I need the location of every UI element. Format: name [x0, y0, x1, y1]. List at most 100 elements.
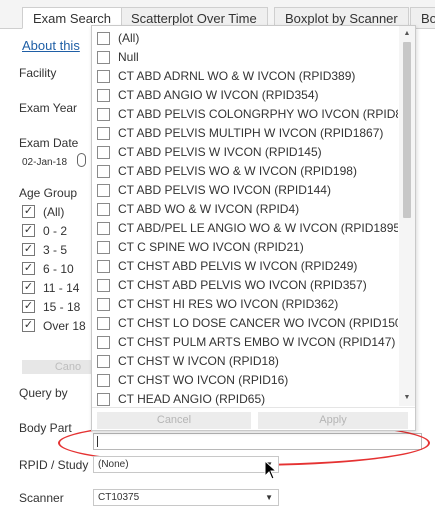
- checkbox[interactable]: ✓: [22, 262, 35, 275]
- age-group-option-label: Over 18: [43, 319, 86, 333]
- checkbox[interactable]: ✓: [22, 205, 35, 218]
- dropdown-item[interactable]: CT CHST WO IVCON (RPID16): [97, 371, 397, 390]
- scroll-down-arrow-icon[interactable]: ▼: [399, 392, 415, 404]
- dropdown-item[interactable]: CT ABD PELVIS W IVCON (RPID145): [97, 143, 397, 162]
- dropdown-item-label: CT ABD PELVIS WO IVCON (RPID144): [118, 183, 331, 197]
- checkbox[interactable]: [97, 127, 110, 140]
- dropdown-item[interactable]: CT ABD PELVIS COLONGRPHY WO IVCON (RPID8…: [97, 105, 398, 124]
- dropdown-item[interactable]: CT ABD/PEL LE ANGIO WO & W IVCON (RPID18…: [97, 219, 398, 238]
- facility-label: Facility: [19, 66, 57, 80]
- dropdown-item[interactable]: CT ABD PELVIS WO IVCON (RPID144): [97, 181, 397, 200]
- dropdown-item[interactable]: CT CHST ABD PELVIS W IVCON (RPID249): [97, 257, 397, 276]
- dropdown-scrollbar[interactable]: ▲ ▼: [399, 26, 415, 406]
- checkbox[interactable]: [97, 222, 110, 235]
- scrollbar-thumb[interactable]: [403, 42, 411, 218]
- checkbox[interactable]: [97, 355, 110, 368]
- dropdown-item-label: CT C SPINE WO IVCON (RPID21): [118, 240, 304, 254]
- dropdown-item-label: CT CHST WO IVCON (RPID16): [118, 373, 289, 387]
- dropdown-item-label: CT ABD/PEL LE ANGIO WO & W IVCON (RPID18…: [118, 221, 398, 235]
- checkbox[interactable]: [97, 260, 110, 273]
- checkbox[interactable]: [97, 279, 110, 292]
- dropdown-item-label: CT ABD PELVIS MULTIPH W IVCON (RPID1867): [118, 126, 384, 140]
- checkbox[interactable]: [97, 203, 110, 216]
- age-group-option-label: 3 - 5: [43, 243, 68, 257]
- dropdown-item[interactable]: CT ABD ADRNL WO & W IVCON (RPID389): [97, 67, 397, 86]
- checkbox[interactable]: ✓: [22, 300, 35, 313]
- rpid-study-label: RPID / Study: [19, 458, 89, 472]
- checkbox[interactable]: [97, 51, 110, 64]
- dropdown-item[interactable]: (All): [97, 29, 397, 48]
- about-link[interactable]: About this: [22, 38, 80, 53]
- age-group-option-label: 11 - 14: [43, 281, 80, 295]
- age-group-option-label: 15 - 18: [43, 300, 81, 314]
- age-group-option-label: 6 - 10: [43, 262, 74, 276]
- checkbox[interactable]: [97, 89, 110, 102]
- dropdown-item[interactable]: CT C SPINE WO IVCON (RPID21): [97, 238, 397, 257]
- scanner-label: Scanner: [19, 491, 64, 505]
- body-part-label: Body Part: [19, 421, 72, 435]
- dropdown-item[interactable]: CT ABD ANGIO W IVCON (RPID354): [97, 86, 397, 105]
- checkbox[interactable]: [97, 70, 110, 83]
- dropdown-item-label: CT CHST HI RES WO IVCON (RPID362): [118, 297, 339, 311]
- dropdown-item-label: CT ABD ADRNL WO & W IVCON (RPID389): [118, 69, 356, 83]
- age-group-option-label: 0 - 2: [43, 224, 68, 238]
- checkbox[interactable]: [97, 108, 110, 121]
- checkbox[interactable]: [97, 146, 110, 159]
- rpid-study-select[interactable]: (None) ▼: [93, 456, 279, 473]
- checkbox[interactable]: ✓: [22, 319, 35, 332]
- dropdown-item[interactable]: CT CHST LO DOSE CANCER WO IVCON (RPID150…: [97, 314, 398, 333]
- age-group-option-label: (All): [43, 205, 65, 219]
- date-slider-handle[interactable]: [77, 153, 86, 167]
- dropdown-item[interactable]: CT CHST W IVCON (RPID18): [97, 352, 397, 371]
- checkbox[interactable]: [97, 32, 110, 45]
- dropdown-item[interactable]: CT ABD PELVIS MULTIPH W IVCON (RPID1867): [97, 124, 397, 143]
- dropdown-item-label: CT ABD PELVIS W IVCON (RPID145): [118, 145, 322, 159]
- dropdown-item-label: CT CHST ABD PELVIS W IVCON (RPID249): [118, 259, 358, 273]
- query-by-label: Query by: [19, 386, 68, 400]
- checkbox[interactable]: [97, 317, 110, 330]
- dropdown-item-label: Null: [118, 50, 139, 64]
- dropdown-item-label: CT CHST PULM ARTS EMBO W IVCON (RPID147): [118, 335, 396, 349]
- chevron-down-icon: ▼: [265, 493, 273, 502]
- dropdown-cancel-button[interactable]: Cancel: [97, 412, 251, 429]
- scroll-up-arrow-icon[interactable]: ▲: [399, 28, 415, 40]
- dropdown-item-label: CT CHST LO DOSE CANCER WO IVCON (RPID150…: [118, 316, 398, 330]
- checkbox[interactable]: ✓: [22, 224, 35, 237]
- dropdown-divider: [92, 407, 415, 408]
- rpid-study-value: (None): [98, 459, 129, 470]
- dropdown-item[interactable]: CT CHST PULM ARTS EMBO W IVCON (RPID147): [97, 333, 397, 352]
- checkbox[interactable]: [97, 393, 110, 406]
- dropdown-item-label: CT ABD PELVIS COLONGRPHY WO IVCON (RPID8…: [118, 107, 398, 121]
- dropdown-item-label: CT ABD WO & W IVCON (RPID4): [118, 202, 300, 216]
- checkbox[interactable]: [97, 336, 110, 349]
- dropdown-item-label: CT CHST W IVCON (RPID18): [118, 354, 279, 368]
- dropdown-item-label: CT CHST ABD PELVIS WO IVCON (RPID357): [118, 278, 367, 292]
- dropdown-item[interactable]: CT HEAD ANGIO (RPID65): [97, 390, 397, 406]
- dropdown-item-list: (All) Null CT ABD ADRNL WO & W IVCON (RPID…: [92, 26, 398, 406]
- dropdown-item[interactable]: CT ABD PELVIS WO & W IVCON (RPID198): [97, 162, 397, 181]
- exam-date-label: Exam Date: [19, 136, 79, 150]
- checkbox[interactable]: [97, 241, 110, 254]
- dropdown-item-label: CT HEAD ANGIO (RPID65): [118, 392, 266, 406]
- mouse-pointer-icon: [264, 460, 278, 480]
- dropdown-item[interactable]: CT CHST ABD PELVIS WO IVCON (RPID357): [97, 276, 397, 295]
- dropdown-item[interactable]: CT CHST HI RES WO IVCON (RPID362): [97, 295, 397, 314]
- checkbox[interactable]: [97, 184, 110, 197]
- dropdown-apply-button[interactable]: Apply: [258, 412, 408, 429]
- scanner-select[interactable]: CT10375 ▼: [93, 489, 279, 506]
- body-part-dropdown: (All) Null CT ABD ADRNL WO & W IVCON (RPID…: [91, 25, 416, 431]
- age-group-label: Age Group: [19, 186, 78, 200]
- scanner-value: CT10375: [98, 492, 140, 503]
- exam-date-value: 02-Jan-18: [22, 157, 68, 168]
- checkbox[interactable]: [97, 165, 110, 178]
- dropdown-item-label: CT ABD ANGIO W IVCON (RPID354): [118, 88, 319, 102]
- checkbox[interactable]: ✓: [22, 243, 35, 256]
- exam-year-label: Exam Year: [19, 101, 78, 115]
- checkbox[interactable]: [97, 374, 110, 387]
- dropdown-item[interactable]: CT ABD WO & W IVCON (RPID4): [97, 200, 397, 219]
- dropdown-item[interactable]: Null: [97, 48, 397, 67]
- dropdown-item-label: CT ABD PELVIS WO & W IVCON (RPID198): [118, 164, 357, 178]
- dropdown-item-label: (All): [118, 31, 140, 45]
- checkbox[interactable]: [97, 298, 110, 311]
- checkbox[interactable]: ✓: [22, 281, 35, 294]
